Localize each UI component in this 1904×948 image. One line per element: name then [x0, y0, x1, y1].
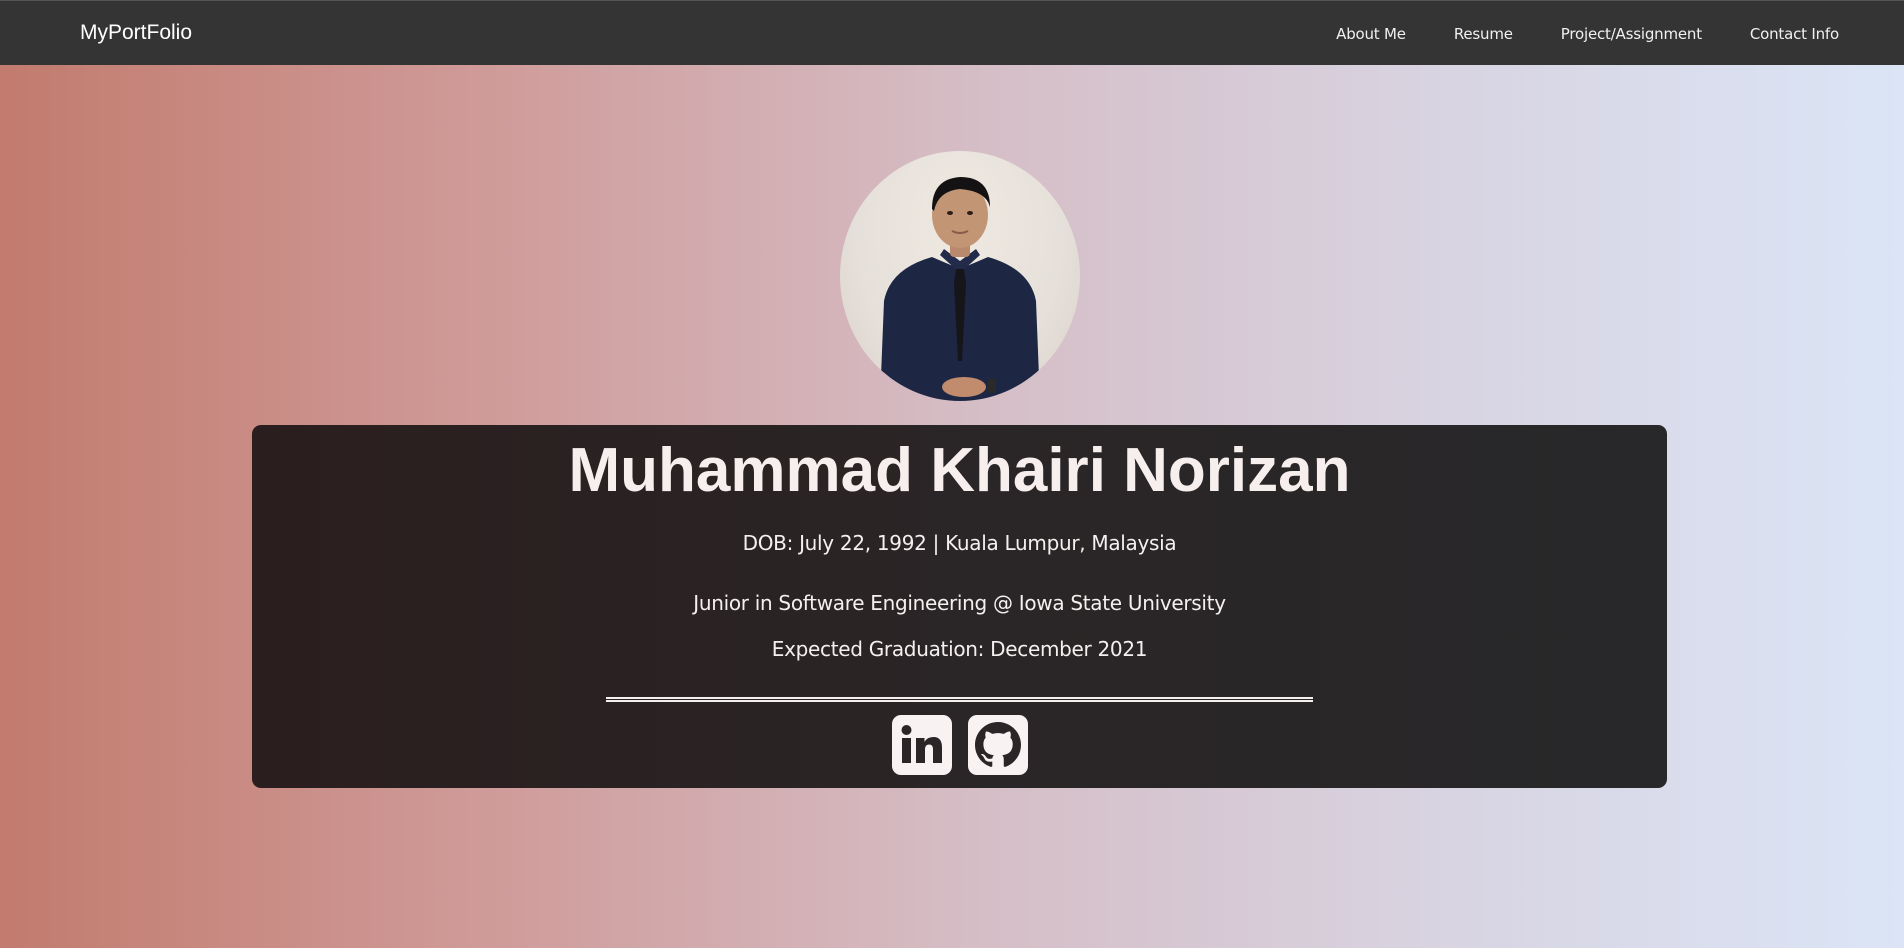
- nav-link-resume[interactable]: Resume: [1454, 25, 1513, 43]
- profile-photo-illustration: [880, 177, 1040, 401]
- dob-location-text: DOB: July 22, 1992 | Kuala Lumpur, Malay…: [742, 531, 1177, 555]
- brand-link[interactable]: MyPortFolio: [80, 21, 192, 45]
- education-text: Junior in Software Engineering @ Iowa St…: [693, 591, 1226, 615]
- graduation-text: Expected Graduation: December 2021: [771, 637, 1148, 661]
- nav-link-about-me[interactable]: About Me: [1336, 25, 1406, 43]
- double-divider: [606, 697, 1313, 702]
- profile-photo: [840, 151, 1080, 401]
- profile-card: Muhammad Khairi Norizan DOB: July 22, 19…: [252, 425, 1667, 788]
- profile-name: Muhammad Khairi Norizan: [568, 436, 1351, 505]
- linkedin-icon: [901, 725, 942, 763]
- github-button[interactable]: [967, 715, 1028, 775]
- nav-link-project-assignment[interactable]: Project/Assignment: [1561, 25, 1702, 43]
- linkedin-button[interactable]: [891, 715, 952, 775]
- social-links: [252, 715, 1667, 775]
- navbar: MyPortFolio About Me Resume Project/Assi…: [0, 0, 1904, 65]
- github-icon: [974, 722, 1021, 767]
- nav-links: About Me Resume Project/Assignment Conta…: [1288, 25, 1839, 43]
- nav-link-contact-info[interactable]: Contact Info: [1750, 25, 1839, 43]
